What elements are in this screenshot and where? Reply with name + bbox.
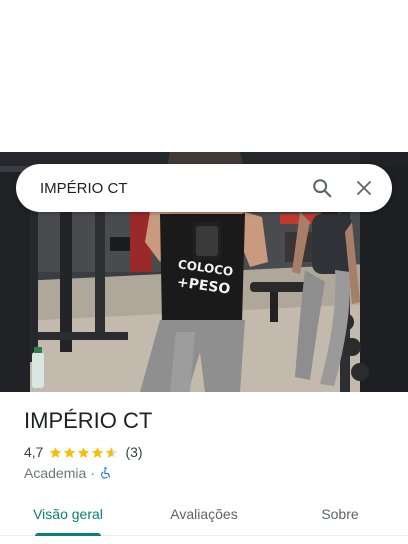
clear-search-button[interactable] xyxy=(344,168,384,208)
search-icon xyxy=(313,179,332,198)
rating-row[interactable]: 4,7 (3) xyxy=(24,444,143,460)
close-icon xyxy=(357,181,371,195)
tab-about[interactable]: Sobre xyxy=(272,496,408,535)
search-button[interactable] xyxy=(302,168,342,208)
rating-stars xyxy=(49,446,119,459)
star-icon xyxy=(78,446,90,458)
search-bar[interactable]: IMPÉRIO CT xyxy=(16,164,392,212)
search-input[interactable]: IMPÉRIO CT xyxy=(16,180,302,197)
star-icon xyxy=(50,446,62,458)
place-title: IMPÉRIO CT xyxy=(24,408,153,433)
tab-reviews[interactable]: Avaliações xyxy=(136,496,272,535)
place-category: Academia xyxy=(24,465,87,481)
place-tabs: Visão geral Avaliações Sobre xyxy=(0,496,408,536)
tab-label: Sobre xyxy=(321,506,359,522)
tab-label: Visão geral xyxy=(33,506,103,522)
separator-dot: · xyxy=(90,465,95,481)
active-tab-indicator xyxy=(35,533,101,536)
review-count[interactable]: (3) xyxy=(125,444,142,460)
category-row: Academia · xyxy=(24,465,112,481)
tab-label: Avaliações xyxy=(170,506,238,522)
star-icon xyxy=(64,446,76,458)
place-sheet: COLOCO +PESO IMPÉRIO CT IMPÉRIO CT 4,7 (… xyxy=(0,0,408,544)
tab-overview[interactable]: Visão geral xyxy=(0,496,136,536)
star-half-icon xyxy=(106,446,118,458)
wheelchair-accessible-icon xyxy=(101,467,111,479)
star-icon xyxy=(92,446,104,458)
rating-value: 4,7 xyxy=(24,444,44,460)
